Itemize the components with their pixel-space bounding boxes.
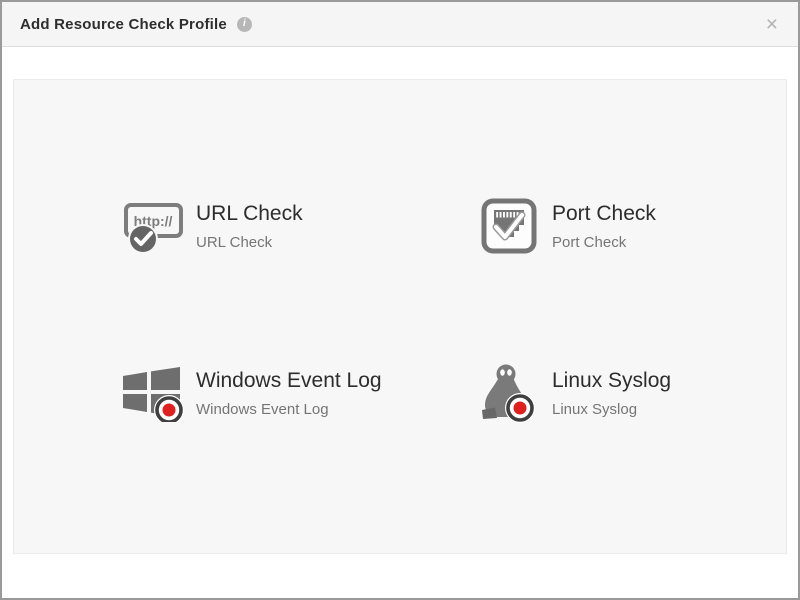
option-text: Windows Event Log Windows Event Log <box>196 369 382 418</box>
option-subtitle: Port Check <box>552 234 656 251</box>
options-panel: http:// URL Check URL Check <box>13 79 787 554</box>
option-linux-syslog[interactable]: Linux Syslog Linux Syslog <box>476 360 671 426</box>
option-port-check[interactable]: Port Check Port Check <box>476 193 656 259</box>
option-subtitle: URL Check <box>196 234 303 251</box>
dialog-body: http:// URL Check URL Check <box>2 79 798 554</box>
option-text: Port Check Port Check <box>552 202 656 251</box>
option-subtitle: Linux Syslog <box>552 401 671 418</box>
info-icon[interactable]: i <box>237 17 252 32</box>
option-url-check[interactable]: http:// URL Check URL Check <box>120 193 303 259</box>
record-dot <box>505 393 535 423</box>
close-icon[interactable]: × <box>762 12 782 37</box>
option-title: Windows Event Log <box>196 369 382 393</box>
option-windows-event-log[interactable]: Windows Event Log Windows Event Log <box>120 360 382 426</box>
windows-event-log-icon <box>120 360 186 426</box>
dialog-title: Add Resource Check Profile <box>20 16 227 33</box>
add-resource-check-profile-dialog: Add Resource Check Profile i × http:// U… <box>0 0 800 600</box>
url-check-icon: http:// <box>120 193 186 259</box>
linux-syslog-icon <box>476 360 542 426</box>
option-text: URL Check URL Check <box>196 202 303 251</box>
port-check-icon <box>476 193 542 259</box>
option-subtitle: Windows Event Log <box>196 401 382 418</box>
option-title: Port Check <box>552 202 656 226</box>
option-title: Linux Syslog <box>552 369 671 393</box>
option-text: Linux Syslog Linux Syslog <box>552 369 671 418</box>
option-title: URL Check <box>196 202 303 226</box>
dialog-header: Add Resource Check Profile i × <box>2 2 798 47</box>
